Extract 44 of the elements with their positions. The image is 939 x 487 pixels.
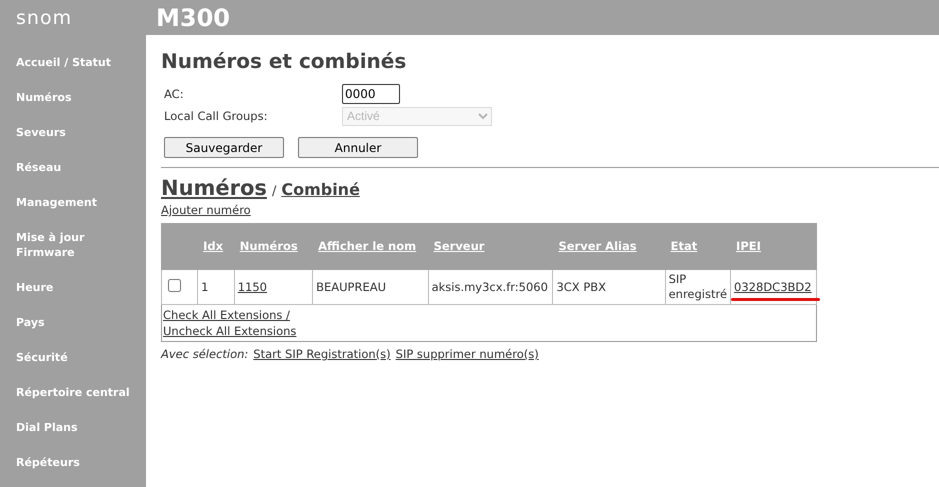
save-button[interactable]: Sauvegarder xyxy=(164,137,284,158)
input-field[interactable]: 0000 xyxy=(342,84,400,104)
cell-text: SIP enregistré xyxy=(668,272,728,301)
section-tab[interactable]: Combiné xyxy=(281,180,360,199)
sidebar-item[interactable]: Répertoire central xyxy=(16,385,142,400)
sidebar-item[interactable]: Accueil / Statut xyxy=(16,55,142,70)
field-label: Local Call Groups: xyxy=(164,109,268,123)
cancel-button[interactable]: Annuler xyxy=(298,137,418,158)
sidebar-item[interactable]: Répéteurs xyxy=(16,455,142,470)
column-sort-link[interactable]: Server Alias xyxy=(558,239,637,254)
sidebar-item[interactable]: Numéros xyxy=(16,90,142,105)
snom-logo: snom xyxy=(15,6,74,28)
device-model-title: M300 xyxy=(156,4,230,32)
handset-id-link[interactable]: 0328DC3BD2 xyxy=(734,280,812,294)
column-sort-link[interactable]: Serveur xyxy=(434,239,484,254)
sidebar-item[interactable]: Pays xyxy=(16,315,142,330)
column-sort-link[interactable]: Numéros xyxy=(240,239,298,254)
selection-action-link[interactable]: Start SIP Registration(s) xyxy=(253,347,391,361)
cell-text: 1 xyxy=(201,280,208,294)
column-sort-link[interactable]: IPEI xyxy=(736,239,761,254)
field-label: AC: xyxy=(164,87,185,101)
uncheck-all-link[interactable]: Uncheck All Extensions xyxy=(163,324,296,338)
cell-text: aksis.my3cx.fr:5060 xyxy=(432,280,548,294)
sidebar-item[interactable]: Dial Plans xyxy=(16,420,142,435)
page-title: Numéros et combinés xyxy=(161,49,408,73)
column-sort-link[interactable]: Afficher le nom xyxy=(318,239,416,254)
sidebar-item[interactable]: Mise à jour Firmware xyxy=(16,230,142,260)
sidebar-item[interactable]: Management xyxy=(16,195,142,210)
cell-text: 3CX PBX xyxy=(556,280,606,294)
section-tab[interactable]: Numéros xyxy=(161,176,267,200)
sidebar-item[interactable]: Réseau xyxy=(16,160,142,175)
cell-text: BEAUPREAU xyxy=(316,280,386,294)
sidebar-item[interactable]: Heure xyxy=(16,280,142,295)
tab-separator: / xyxy=(272,184,276,199)
sidebar-item[interactable]: Seveurs xyxy=(16,125,142,140)
sidebar-item[interactable]: Sécurité xyxy=(16,350,142,365)
selection-label: Avec sélection: xyxy=(161,347,248,361)
column-sort-link[interactable]: Etat xyxy=(670,239,698,254)
number-link[interactable]: 1150 xyxy=(238,280,268,294)
row-checkbox[interactable] xyxy=(168,278,181,292)
selection-action-link[interactable]: SIP supprimer numéro(s) xyxy=(396,347,539,361)
column-sort-link[interactable]: Idx xyxy=(203,239,224,254)
add-number-link[interactable]: Ajouter numéro xyxy=(161,203,251,217)
check-all-link[interactable]: Check All Extensions / xyxy=(163,308,290,322)
